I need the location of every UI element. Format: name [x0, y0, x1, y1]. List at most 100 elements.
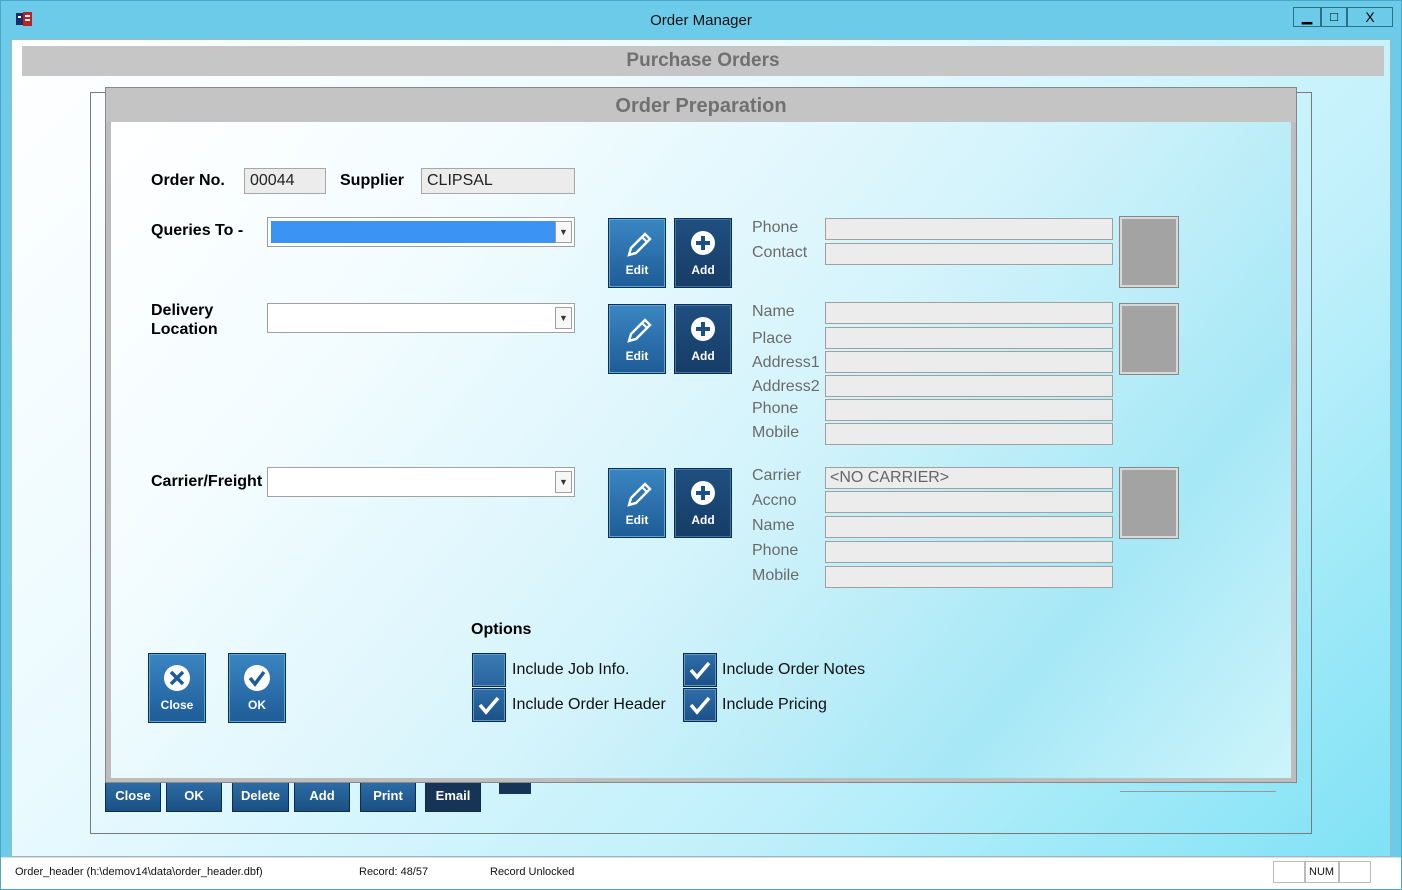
carrier-edit-button[interactable]: Edit: [608, 468, 666, 538]
delivery-add-label: Add: [691, 349, 715, 363]
carrier-name-field[interactable]: [825, 516, 1113, 538]
include-pricing-checkbox[interactable]: [683, 688, 717, 722]
carrier-phone-field[interactable]: [825, 541, 1113, 563]
dialog-close-label: Close: [160, 698, 194, 712]
delivery-edit-label: Edit: [625, 349, 649, 363]
carrier-freight-label: Carrier/Freight: [151, 473, 263, 490]
supplier-label: Supplier: [340, 172, 405, 189]
delivery-mobile-field[interactable]: [825, 423, 1113, 445]
pencil-icon: [627, 232, 652, 257]
dialog-ok-label: OK: [248, 698, 266, 712]
po-ok-button[interactable]: OK: [166, 780, 222, 812]
delivery-label-line2: Location: [151, 321, 218, 338]
po-delete-button[interactable]: Delete: [232, 780, 289, 812]
delivery-phone-field[interactable]: [825, 399, 1113, 421]
queries-contact-label: Contact: [752, 244, 808, 261]
queries-edit-label: Edit: [625, 263, 649, 277]
purchase-orders-header: Purchase Orders: [22, 46, 1384, 76]
pencil-icon: [627, 318, 652, 343]
order-manager-window: Order Manager ▁ □ X Purchase Orders Clos…: [0, 0, 1402, 890]
status-lock: Record Unlocked: [490, 866, 575, 878]
supplier-field[interactable]: CLIPSAL: [421, 168, 575, 194]
order-no-field[interactable]: 00044: [244, 168, 326, 194]
delivery-phone-label: Phone: [752, 400, 799, 417]
carrier-mobile-field[interactable]: [825, 566, 1113, 588]
plus-circle-icon: [691, 481, 715, 505]
checkmark-icon: [689, 696, 711, 715]
include-order-header-checkbox[interactable]: [472, 688, 506, 722]
delivery-address1-field[interactable]: [825, 351, 1113, 373]
dialog-title: Order Preparation: [106, 88, 1296, 122]
include-order-notes-checkbox[interactable]: [683, 653, 717, 687]
delivery-address2-field[interactable]: [825, 375, 1113, 397]
po-email-button[interactable]: Email: [425, 780, 481, 812]
queries-to-label: Queries To -: [151, 222, 244, 239]
chevron-down-icon[interactable]: ▼: [555, 307, 572, 329]
delivery-name-field[interactable]: [825, 302, 1113, 324]
carrier-mobile-label: Mobile: [752, 567, 800, 584]
include-order-header-label: Include Order Header: [512, 696, 666, 713]
maximize-button[interactable]: □: [1321, 7, 1347, 27]
delivery-place-field[interactable]: [825, 327, 1113, 349]
delivery-mobile-label: Mobile: [752, 424, 800, 441]
checkmark-icon: [689, 661, 711, 680]
carrier-carrier-field[interactable]: <NO CARRIER>: [825, 467, 1113, 489]
dialog-ok-button[interactable]: OK: [228, 653, 286, 723]
status-record: Record: 48/57: [359, 866, 429, 878]
delivery-address1-label: Address1: [752, 354, 820, 371]
queries-image-box: [1119, 216, 1179, 288]
carrier-accno-label: Accno: [752, 492, 797, 509]
carrier-carrier-label: Carrier: [752, 467, 801, 484]
delivery-edit-button[interactable]: Edit: [608, 304, 666, 374]
include-job-info-checkbox[interactable]: [472, 653, 506, 687]
pencil-icon: [627, 482, 652, 507]
carrier-phone-label: Phone: [752, 542, 799, 559]
window-title: Order Manager: [650, 12, 752, 29]
queries-to-selection: [271, 221, 555, 243]
chevron-down-icon[interactable]: ▼: [555, 471, 572, 493]
carrier-name-label: Name: [752, 517, 795, 534]
carrier-edit-label: Edit: [625, 513, 649, 527]
title-bar[interactable]: Order Manager ▁ □ X: [1, 1, 1401, 39]
close-window-button[interactable]: X: [1347, 7, 1393, 27]
po-close-button[interactable]: Close: [105, 780, 161, 812]
delivery-place-label: Place: [752, 330, 793, 347]
dialog-close-button[interactable]: Close: [148, 653, 206, 723]
close-circle-icon: [164, 665, 190, 691]
plus-circle-icon: [691, 317, 715, 341]
chevron-down-icon[interactable]: ▼: [555, 221, 572, 243]
queries-add-label: Add: [691, 263, 715, 277]
carrier-add-label: Add: [691, 513, 715, 527]
delivery-image-box: [1119, 303, 1179, 375]
delivery-add-button[interactable]: Add: [674, 304, 732, 374]
status-bar: Order_header (h:\demov14\data\order_head…: [1, 857, 1401, 889]
include-pricing-label: Include Pricing: [722, 696, 827, 713]
include-job-info-label: Include Job Info.: [512, 661, 630, 678]
status-num: NUM: [1309, 866, 1335, 878]
order-no-label: Order No.: [151, 172, 225, 189]
check-circle-icon: [244, 665, 270, 691]
status-box: [1339, 861, 1371, 883]
delivery-address2-label: Address2: [752, 378, 820, 395]
po-add-button[interactable]: Add: [294, 780, 350, 812]
delivery-name-label: Name: [752, 303, 795, 320]
checkmark-icon: [478, 696, 500, 715]
queries-add-button[interactable]: Add: [674, 218, 732, 288]
order-preparation-dialog: Order Preparation Order No. 00044 Suppli…: [105, 87, 1297, 783]
status-file: Order_header (h:\demov14\data\order_head…: [15, 866, 263, 878]
minimize-button[interactable]: ▁: [1293, 7, 1321, 27]
delivery-location-dropdown[interactable]: ▼: [267, 303, 575, 333]
carrier-add-button[interactable]: Add: [674, 468, 732, 538]
plus-circle-icon: [691, 231, 715, 255]
carrier-accno-field[interactable]: [825, 491, 1113, 513]
queries-contact-field[interactable]: [825, 243, 1113, 265]
queries-to-dropdown[interactable]: ▼: [267, 217, 575, 247]
status-box: [1273, 861, 1305, 883]
queries-edit-button[interactable]: Edit: [608, 218, 666, 288]
include-order-notes-label: Include Order Notes: [722, 661, 866, 678]
queries-phone-field[interactable]: [825, 218, 1113, 240]
delivery-label-line1: Delivery: [151, 302, 214, 319]
po-print-button[interactable]: Print: [360, 780, 416, 812]
carrier-freight-dropdown[interactable]: ▼: [267, 467, 575, 497]
divider: [1120, 791, 1276, 792]
